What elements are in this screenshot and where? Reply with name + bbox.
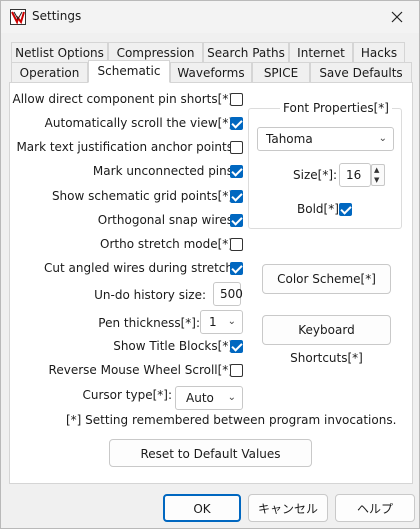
checkbox-cut-angled[interactable] — [230, 262, 243, 275]
checkbox-unconnected-pins[interactable] — [230, 165, 243, 178]
option-label-title-blocks: Show Title Blocks[*] — [113, 339, 233, 353]
chevron-down-icon: ⌄ — [227, 392, 236, 403]
checkbox-ortho-stretch[interactable] — [230, 238, 243, 251]
tab-internet[interactable]: Internet — [289, 42, 353, 62]
close-button[interactable] — [375, 1, 419, 33]
cursor-type-value: Auto — [186, 391, 214, 405]
pen-thickness-label: Pen thickness[*]: — [98, 316, 200, 330]
app-logo-icon — [10, 9, 26, 25]
option-label-reverse-wheel: Reverse Mouse Wheel Scroll[*] — [48, 363, 233, 377]
tab-schematic[interactable]: Schematic — [88, 60, 170, 83]
checkbox-reverse-wheel[interactable] — [230, 364, 243, 377]
checkbox-pin-shorts[interactable] — [230, 93, 243, 106]
title-bar: Settings — [1, 1, 419, 33]
font-family-value: Tahoma — [266, 132, 313, 146]
pen-thickness-value: 1 — [209, 315, 217, 329]
option-label-anchor-points: Mark text justification anchor points — [16, 140, 233, 154]
cursor-type-select[interactable]: Auto ⌄ — [175, 386, 243, 410]
font-properties-group: Font Properties[*] Tahoma ⌄ Size[*]: 16 … — [248, 101, 402, 229]
font-properties-title: Font Properties[*] — [280, 101, 392, 115]
option-label-unconnected-pins: Mark unconnected pins — [92, 164, 233, 178]
help-button[interactable]: ヘルプ — [335, 494, 415, 522]
checkbox-anchor-points[interactable] — [230, 141, 243, 154]
cancel-button[interactable]: キャンセル — [248, 494, 328, 522]
option-label-ortho-stretch: Ortho stretch mode[*] — [100, 237, 233, 251]
color-scheme-button[interactable]: Color Scheme[*] — [262, 264, 391, 294]
chevron-down-icon: ⌄ — [227, 316, 236, 327]
chevron-down-icon: ▼ — [374, 176, 380, 184]
ok-button[interactable]: OK — [163, 494, 241, 522]
undo-history-label: Un-do history size: — [94, 288, 206, 302]
tab-compression[interactable]: Compression — [108, 42, 203, 62]
pen-thickness-select[interactable]: 1 ⌄ — [200, 310, 243, 334]
option-label-auto-scroll: Automatically scroll the view[*] — [44, 116, 233, 130]
checkbox-title-blocks[interactable] — [230, 340, 243, 353]
tab-hacks[interactable]: Hacks — [353, 42, 405, 62]
checkbox-grid-points[interactable] — [230, 190, 243, 203]
schematic-panel: Allow direct component pin shorts[*] Aut… — [9, 82, 413, 484]
font-family-select[interactable]: Tahoma ⌄ — [257, 127, 394, 151]
chevron-down-icon: ⌄ — [378, 133, 387, 144]
checkbox-ortho-snap[interactable] — [230, 214, 243, 227]
window-title: Settings — [32, 9, 82, 23]
tab-save-defaults[interactable]: Save Defaults — [310, 62, 412, 82]
font-bold-label: Bold[*] — [297, 202, 339, 216]
cursor-type-label: Cursor type[*]: — [82, 388, 172, 402]
keyboard-shortcuts-button[interactable]: Keyboard Shortcuts[*] — [262, 315, 391, 365]
settings-dialog: Settings Netlist Options Compression Sea… — [0, 0, 420, 529]
font-size-label: Size[*]: — [293, 168, 338, 182]
option-label-grid-points: Show schematic grid points[*] — [51, 189, 233, 203]
option-label-cut-angled: Cut angled wires during stretch — [44, 261, 233, 275]
close-icon — [391, 11, 403, 23]
undo-history-input[interactable]: 500 — [213, 282, 243, 306]
tab-spice[interactable]: SPICE — [252, 62, 310, 82]
option-label-ortho-snap: Orthogonal snap wires — [97, 213, 233, 227]
font-size-spinner[interactable]: ▲ ▼ — [371, 164, 385, 186]
tab-search-paths[interactable]: Search Paths — [203, 42, 289, 62]
reset-defaults-button[interactable]: Reset to Default Values — [109, 439, 312, 467]
tab-operation[interactable]: Operation — [11, 62, 88, 82]
checkbox-auto-scroll[interactable] — [230, 117, 243, 130]
tab-netlist-options[interactable]: Netlist Options — [11, 42, 108, 62]
option-label-pin-shorts: Allow direct component pin shorts[*] — [12, 92, 234, 106]
checkbox-font-bold[interactable] — [339, 203, 352, 216]
tab-waveforms[interactable]: Waveforms — [170, 62, 252, 82]
footnote-text: [*] Setting remembered between program i… — [66, 413, 397, 427]
chevron-up-icon: ▲ — [374, 166, 380, 174]
font-size-input[interactable]: 16 — [339, 163, 371, 187]
